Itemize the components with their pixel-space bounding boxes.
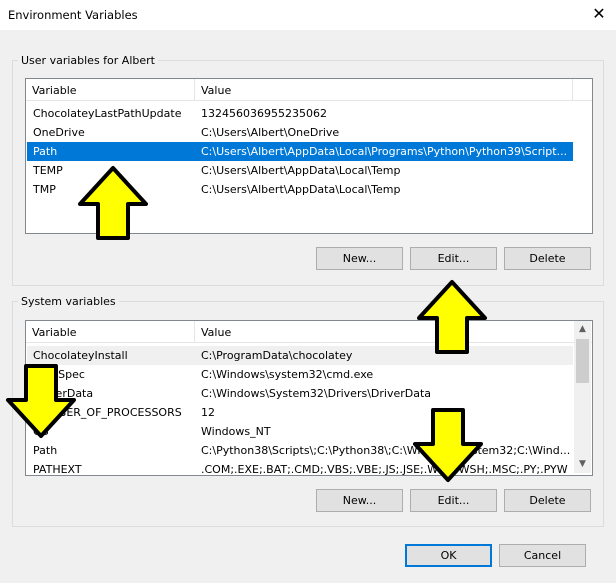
table-row[interactable]: PATHEXT .COM;.EXE;.BAT;.CMD;.VBS;.VBE;.J… [27,460,573,476]
system-edit-button[interactable]: Edit... [410,489,497,512]
table-row[interactable]: NUMBER_OF_PROCESSORS 12 [27,403,573,422]
table-row[interactable]: ComSpec C:\Windows\system32\cmd.exe [27,365,573,384]
system-variables-list[interactable]: Variable Value ChocolateyInstall C:\Prog… [25,320,593,476]
variable-value: C:\Python38\Scripts\;C:\Python38\;C:\Win… [201,444,571,457]
variable-name: Path [33,444,58,457]
variable-name: ChocolateyInstall [33,349,128,362]
scroll-up-icon[interactable]: ▲ [574,321,591,338]
system-col-variable[interactable]: Variable [32,326,77,339]
user-col-variable[interactable]: Variable [32,84,77,97]
table-row[interactable]: DriverData C:\Windows\System32\Drivers\D… [27,384,573,403]
scrollbar-thumb[interactable] [576,339,589,383]
table-row[interactable]: OS Windows_NT [27,422,573,441]
variable-name: TEMP [33,164,63,177]
vertical-scrollbar[interactable]: ▲ ▼ [574,321,591,473]
system-new-button[interactable]: New... [316,489,403,512]
variable-value: C:\Windows\system32\cmd.exe [201,368,374,381]
ok-button[interactable]: OK [405,544,492,567]
scroll-down-icon[interactable]: ▼ [574,456,591,473]
variable-name: TMP [33,183,56,196]
user-edit-button[interactable]: Edit... [410,247,497,270]
system-variables-label: System variables [18,295,119,308]
variable-name: OneDrive [33,126,85,139]
header-separator[interactable] [194,321,195,342]
system-list-header: Variable Value [26,321,592,343]
variable-value: C:\Users\Albert\OneDrive [201,126,340,139]
table-row[interactable]: Path C:\Python38\Scripts\;C:\Python38\;C… [27,441,573,460]
variable-name: Path [33,145,58,158]
variable-value: C:\Users\Albert\AppData\Local\Temp [201,164,401,177]
table-row[interactable]: ChocolateyLastPathUpdate 132456036955235… [27,104,573,123]
cancel-button[interactable]: Cancel [499,544,586,567]
title-bar: Environment Variables ✕ [0,0,616,30]
table-row[interactable]: OneDrive C:\Users\Albert\OneDrive [27,123,573,142]
system-delete-button[interactable]: Delete [504,489,591,512]
arrow-up-icon [78,166,148,240]
variable-value: 132456036955235062 [201,107,327,120]
variable-name: PATHEXT [33,463,82,476]
variable-value: C:\Users\Albert\AppData\Local\Temp [201,183,401,196]
variable-name: ChocolateyLastPathUpdate [33,107,182,120]
arrow-down-icon [6,364,76,438]
window-title: Environment Variables [8,8,138,22]
table-row[interactable]: ChocolateyInstall C:\ProgramData\chocola… [27,346,573,365]
user-variables-label: User variables for Albert [18,54,158,67]
variable-value: Windows_NT [201,425,271,438]
header-separator[interactable] [572,79,573,100]
variable-value: C:\Users\Albert\AppData\Local\Programs\P… [201,145,568,158]
variable-value: .COM;.EXE;.BAT;.CMD;.VBS;.VBE;.JS;.JSE;.… [201,463,568,476]
arrow-down-icon [413,408,483,482]
header-separator[interactable] [194,79,195,100]
user-col-value[interactable]: Value [201,84,231,97]
variable-value: C:\ProgramData\chocolatey [201,349,353,362]
table-row-selected[interactable]: Path C:\Users\Albert\AppData\Local\Progr… [27,142,573,161]
arrow-up-icon [417,280,487,354]
user-new-button[interactable]: New... [316,247,403,270]
variable-value: C:\Windows\System32\Drivers\DriverData [201,387,432,400]
variable-value: 12 [201,406,215,419]
system-col-value[interactable]: Value [201,326,231,339]
user-delete-button[interactable]: Delete [504,247,591,270]
user-list-header: Variable Value [26,79,592,101]
close-icon[interactable]: ✕ [590,5,608,23]
